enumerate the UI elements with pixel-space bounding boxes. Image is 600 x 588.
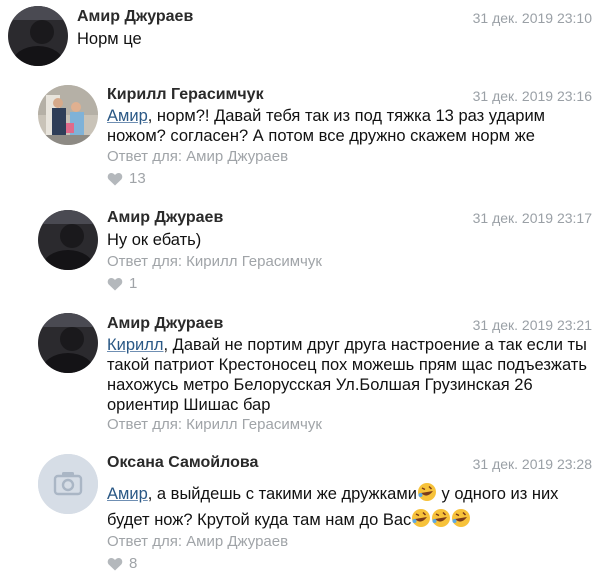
comment-date[interactable]: 31 дек. 2019 23:21 xyxy=(473,315,592,335)
rolling-on-floor-laughing-emoji xyxy=(412,509,431,527)
rolling-on-floor-laughing-emoji xyxy=(432,509,451,527)
like-count: 1 xyxy=(129,275,138,292)
avatar-photo xyxy=(38,210,98,270)
reply-to-link[interactable]: Ответ для: Амир Джураев xyxy=(107,147,288,167)
avatar[interactable] xyxy=(38,454,98,514)
comment-author[interactable]: Кирилл Герасимчук xyxy=(107,85,264,105)
comment-text: Ну ок ебать) xyxy=(107,231,202,249)
comment-3: Амир Джураев 31 дек. 2019 23:17 Ну ок еб… xyxy=(0,204,600,300)
comment-text: Кирилл, Давай не портим друг друга настр… xyxy=(107,335,597,415)
comment-text-line3: нахожусь метро Белорусская Ул.Болшая Гру… xyxy=(107,376,533,394)
mention-link[interactable]: Амир xyxy=(107,485,148,503)
comment-text: Амир, норм?! Давай тебя так из под тяжка… xyxy=(107,106,597,146)
comment-4: Амир Джураев 31 дек. 2019 23:21 Кирилл, … xyxy=(0,308,600,446)
like-button[interactable]: 13 xyxy=(107,169,146,189)
like-count: 8 xyxy=(129,555,138,572)
avatar[interactable] xyxy=(38,85,98,145)
heart-icon xyxy=(107,172,123,186)
rolling-on-floor-laughing-emoji xyxy=(452,509,471,527)
reply-to-link[interactable]: Ответ для: Кирилл Герасимчук xyxy=(107,252,322,272)
comment-text: Амир, а выйдешь с такими же дружками у о… xyxy=(107,481,597,533)
comment-2: Кирилл Герасимчук 31 дек. 2019 23:16 Ами… xyxy=(0,80,600,192)
comment-text-line1-end: у одного из них xyxy=(436,485,559,503)
comment-text-line1: , норм?! Давай тебя так из под тяжка 13 … xyxy=(147,107,545,125)
reply-to-link[interactable]: Ответ для: Амир Джураев xyxy=(107,532,288,552)
reply-to-link[interactable]: Ответ для: Кирилл Герасимчук xyxy=(107,415,322,435)
comment-date[interactable]: 31 дек. 2019 23:28 xyxy=(473,454,592,474)
avatar[interactable] xyxy=(38,210,98,270)
avatar-photo xyxy=(38,85,98,145)
heart-icon xyxy=(107,557,123,571)
rolling-on-floor-laughing-emoji xyxy=(417,483,436,501)
comment-author[interactable]: Оксана Самойлова xyxy=(107,453,258,473)
comment-date[interactable]: 31 дек. 2019 23:10 xyxy=(473,8,592,28)
comment-text-line1: , а выйдешь с такими же дружками xyxy=(147,485,417,503)
mention-link[interactable]: Кирилл xyxy=(107,336,163,354)
comment-date[interactable]: 31 дек. 2019 23:17 xyxy=(473,208,592,228)
comment-text-line2: такой патриот Крестоносец пох можешь пря… xyxy=(107,356,587,374)
comment-author[interactable]: Амир Джураев xyxy=(77,7,193,27)
avatar[interactable] xyxy=(8,6,68,66)
like-button[interactable]: 1 xyxy=(107,274,137,294)
comment-text: Норм це xyxy=(77,30,142,48)
like-button[interactable]: 8 xyxy=(107,554,137,574)
heart-icon xyxy=(107,277,123,291)
comment-1: Амир Джураев 31 дек. 2019 23:10 Норм це xyxy=(0,0,600,76)
avatar-photo xyxy=(38,313,98,373)
camera-icon xyxy=(38,454,98,514)
comment-text-line2: ножом? согласен? А потом все дружно скаж… xyxy=(107,127,535,145)
mention-link[interactable]: Амир xyxy=(107,107,148,125)
avatar[interactable] xyxy=(38,313,98,373)
comment-author[interactable]: Амир Джураев xyxy=(107,314,223,334)
like-count: 13 xyxy=(129,170,146,187)
comment-date[interactable]: 31 дек. 2019 23:16 xyxy=(473,86,592,106)
comment-text-line1: , Давай не портим друг друга настроение … xyxy=(163,336,587,354)
comment-text-line2: будет нож? Крутой куда там нам до Вас xyxy=(107,511,412,529)
avatar-photo xyxy=(8,6,68,66)
comment-text-line4: ориентир Шишас бар xyxy=(107,396,271,414)
comment-5: Оксана Самойлова 31 дек. 2019 23:28 Амир… xyxy=(0,448,600,588)
comment-author[interactable]: Амир Джураев xyxy=(107,208,223,228)
